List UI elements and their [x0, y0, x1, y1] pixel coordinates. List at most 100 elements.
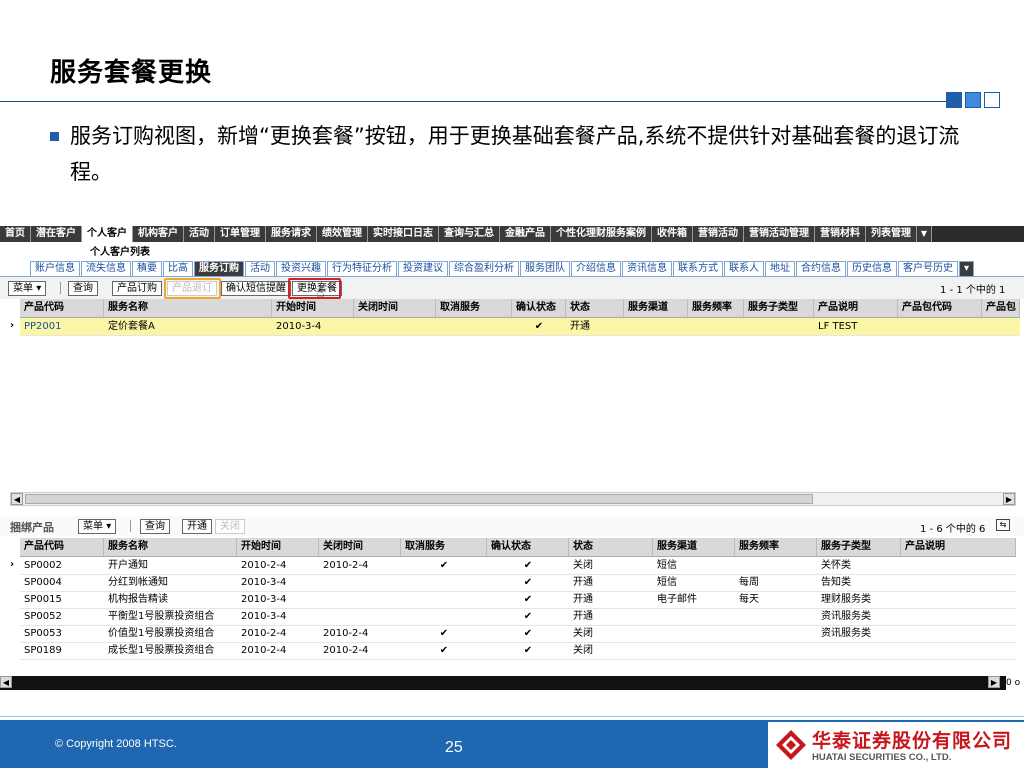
column-header[interactable]: 服务子类型 — [817, 538, 901, 556]
sub-tab[interactable]: 行为特征分析 — [327, 261, 397, 276]
confirm-sms-button[interactable]: 确认短信提醒 — [221, 281, 291, 296]
order-button[interactable]: 产品订购 — [112, 281, 162, 296]
table-cell-code[interactable]: SP0004 — [20, 574, 104, 591]
sub-tab[interactable]: 服务团队 — [520, 261, 570, 276]
main-tab[interactable]: 订单管理 — [215, 226, 266, 242]
bottom-scrollbar[interactable]: ◀ ▶ 0 o — [0, 676, 1024, 690]
column-header[interactable]: 确认状态 — [512, 299, 566, 317]
main-tab[interactable]: 潜在客户 — [31, 226, 82, 242]
sub-tab[interactable]: 综合盈利分析 — [449, 261, 519, 276]
bundle-open-button[interactable]: 开通 — [182, 519, 212, 534]
main-tab[interactable]: 机构客户 — [133, 226, 184, 242]
column-header[interactable]: 服务渠道 — [653, 538, 735, 556]
column-header[interactable]: 确认状态 — [487, 538, 569, 556]
table-row[interactable]: PP2001 定价套餐A 2010-3-4 ✔ 开通 LF TEST — [20, 318, 1020, 336]
main-tab[interactable]: 营销活动 — [693, 226, 744, 242]
top-grid-header: 产品代码 服务名称 开始时间 关闭时间 取消服务 确认状态 状态 服务渠道 服务频率 服务子类型产… — [20, 299, 1020, 318]
scroll-left-icon[interactable]: ◀ — [11, 493, 23, 505]
sub-tab[interactable]: 流失信息 — [81, 261, 131, 276]
main-tab[interactable]: 收件箱 — [652, 226, 693, 242]
column-header[interactable]: 服务频率 — [688, 299, 744, 317]
column-header[interactable]: 关闭时间 — [319, 538, 401, 556]
column-header[interactable]: 产品代码 — [20, 299, 104, 317]
query-button[interactable]: 查询 — [68, 281, 98, 296]
sub-tab-overflow-icon[interactable]: ▾ — [959, 261, 975, 276]
sub-tab[interactable]: 资讯信息 — [622, 261, 672, 276]
table-cell-code[interactable]: SP0189 — [20, 642, 104, 659]
menu-button[interactable]: 菜单 ▾ — [8, 281, 47, 296]
main-tab[interactable]: 营销活动管理 — [744, 226, 815, 242]
column-header[interactable]: 产品说明 — [901, 538, 1016, 556]
top-horizontal-scrollbar[interactable]: ◀ ▶ — [10, 492, 1016, 506]
bundle-close-button[interactable]: 关闭 — [215, 519, 245, 534]
column-header[interactable]: 服务渠道 — [624, 299, 688, 317]
sub-tab[interactable]: 比高 — [163, 261, 193, 276]
tab-overflow-dropdown-icon[interactable]: ▼ — [917, 226, 932, 242]
table-cell-code[interactable]: SP0053 — [20, 625, 104, 642]
table-cell-code[interactable]: SP0002 — [20, 557, 104, 574]
main-tab[interactable]: 首页 — [0, 226, 31, 242]
column-header[interactable]: 关闭时间 — [354, 299, 436, 317]
table-row[interactable]: SP0004 分红到帐通知 2010-3-4 ✔ 开通 短信 每周 告知类 — [20, 574, 1016, 592]
main-tab[interactable]: 活动 — [184, 226, 215, 242]
table-cell-code[interactable]: SP0015 — [20, 591, 104, 608]
sub-tab[interactable]: 投资兴趣 — [276, 261, 326, 276]
column-header[interactable]: 开始时间 — [272, 299, 354, 317]
logo-chinese-name: 华泰证券股份有限公司 — [812, 730, 1013, 752]
scroll-thumb[interactable] — [25, 494, 813, 504]
sub-tab[interactable]: 合约信息 — [796, 261, 846, 276]
main-tab[interactable]: 金融产品 — [500, 226, 551, 242]
column-header[interactable]: 产品包代码 — [898, 299, 982, 317]
table-row[interactable]: SP0052 平衡型1号股票投资组合 2010-3-4 ✔ 开通 资讯服务类 — [20, 608, 1016, 626]
table-row[interactable]: SP0189 成长型1号股票投资组合 2010-2-4 2010-2-4 ✔ ✔ 关闭 — [20, 642, 1016, 660]
table-cell-confirm: ✔ — [523, 628, 533, 639]
table-cell-confirm: ✔ — [523, 560, 533, 571]
scroll-right-icon[interactable]: ▶ — [988, 676, 1000, 688]
main-tab[interactable]: 营销材料 — [815, 226, 866, 242]
column-header[interactable]: 服务频率 — [735, 538, 817, 556]
sub-tab[interactable]: 投资建议 — [398, 261, 448, 276]
sub-tab[interactable]: 服务订购 — [194, 261, 244, 276]
sub-tab[interactable]: 地址 — [765, 261, 795, 276]
scroll-right-icon[interactable]: ▶ — [1003, 493, 1015, 505]
main-tab[interactable]: 个人客户 — [82, 226, 133, 242]
main-tab[interactable]: 服务请求 — [266, 226, 317, 242]
sub-tab[interactable]: 历史信息 — [847, 261, 897, 276]
column-header[interactable]: 状态 — [566, 299, 624, 317]
sub-tab[interactable]: 介绍信息 — [571, 261, 621, 276]
table-row[interactable]: SP0053 价值型1号股票投资组合 2010-2-4 2010-2-4 ✔ ✔ 关闭 资讯服… — [20, 625, 1016, 643]
sub-tab[interactable]: 活动 — [245, 261, 275, 276]
column-header[interactable]: 服务名称 — [104, 538, 237, 556]
column-header[interactable]: 产品说明 — [814, 299, 898, 317]
column-header[interactable]: 产品代码 — [20, 538, 104, 556]
current-row-marker-icon: › — [10, 559, 15, 570]
sub-tab[interactable]: 積要 — [132, 261, 162, 276]
column-header[interactable]: 取消服务 — [436, 299, 512, 317]
table-cell-name: 平衡型1号股票投资组合 — [108, 611, 215, 622]
table-row[interactable]: SP0002 开户通知 2010-2-4 2010-2-4 ✔ ✔ 关闭 短信 关怀类 — [20, 557, 1016, 575]
main-tab[interactable]: 查询与汇总 — [439, 226, 500, 242]
sub-tab[interactable]: 账户信息 — [30, 261, 80, 276]
table-cell-code[interactable]: PP2001 — [20, 318, 104, 335]
sub-tab[interactable]: 联系方式 — [673, 261, 723, 276]
column-header[interactable]: 产品包 — [982, 299, 1020, 317]
main-tab[interactable]: 实时接口日志 — [368, 226, 439, 242]
sub-tab[interactable]: 联系人 — [724, 261, 764, 276]
main-tab[interactable]: 个性化理财服务案例 — [551, 226, 652, 242]
sub-page-title: 个人客户列表 — [90, 247, 150, 258]
scroll-left-icon[interactable]: ◀ — [0, 676, 12, 688]
export-icon[interactable]: ⇆ — [996, 519, 1010, 531]
bundle-query-button[interactable]: 查询 — [140, 519, 170, 534]
column-header[interactable]: 取消服务 — [401, 538, 487, 556]
column-header[interactable]: 开始时间 — [237, 538, 319, 556]
sub-tab[interactable]: 客户号历史 — [898, 261, 958, 276]
column-header[interactable]: 状态 — [569, 538, 653, 556]
main-tab[interactable]: 列表管理 — [866, 226, 917, 242]
table-row[interactable]: SP0015 机构报告精读 2010-3-4 ✔ 开通 电子邮件 每天 理财服务类 — [20, 591, 1016, 609]
column-header[interactable]: 服务子类型 — [744, 299, 814, 317]
bundle-menu-button[interactable]: 菜单 ▾ — [78, 519, 117, 534]
bundle-record-count: 1 - 6 个中的 6 — [920, 524, 986, 535]
column-header[interactable]: 服务名称 — [104, 299, 272, 317]
main-tab[interactable]: 绩效管理 — [317, 226, 368, 242]
table-cell-code[interactable]: SP0052 — [20, 608, 104, 625]
